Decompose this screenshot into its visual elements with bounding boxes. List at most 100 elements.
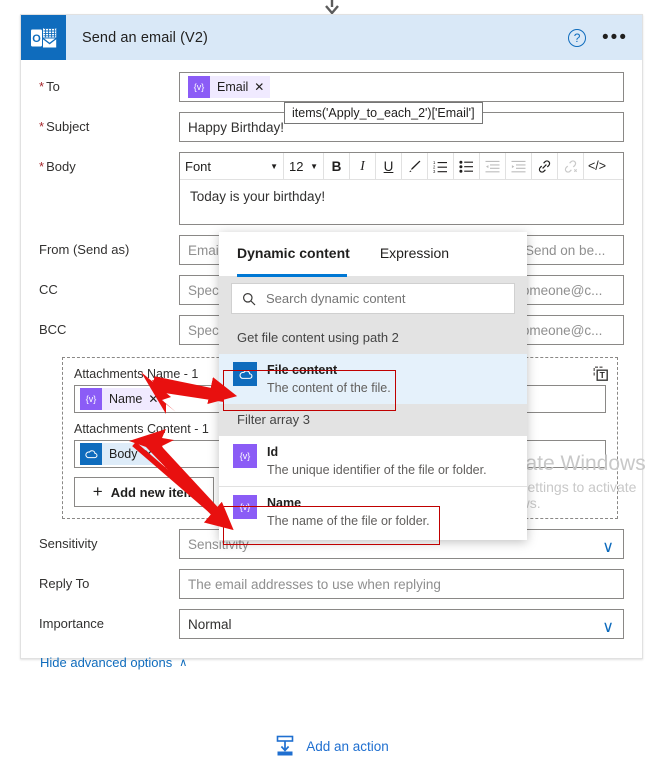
action-card-header: O Send an email (V2) ? ••• — [21, 15, 642, 60]
token-label: Email — [217, 80, 249, 94]
item-description: The name of the file or folder. — [267, 514, 430, 528]
hide-advanced-options-button[interactable]: Hide advanced options ∧ — [40, 655, 624, 670]
expression-tooltip: items('Apply_to_each_2')['Email'] — [284, 102, 483, 124]
font-family-dropdown[interactable]: Font ▼ — [180, 152, 284, 180]
chevron-down-icon: ▼ — [270, 161, 278, 171]
font-size-value: 12 — [289, 158, 304, 174]
importance-field[interactable]: Normal ∨ — [179, 609, 624, 639]
italic-icon[interactable]: I — [350, 152, 376, 180]
search-placeholder: Search dynamic content — [266, 291, 406, 306]
dynamic-content-panel: Dynamic content Expression Search dynami… — [219, 232, 527, 540]
dynamic-content-item-name[interactable]: {v} Name The name of the file or folder. — [219, 486, 527, 537]
subject-label: * Subject — [39, 119, 90, 134]
chevron-down-icon[interactable]: ∨ — [602, 537, 614, 557]
cc-label: CC — [39, 282, 58, 297]
item-description: The unique identifier of the file or fol… — [267, 463, 487, 477]
required-marker: * — [39, 119, 45, 134]
chevron-down-icon[interactable]: ∨ — [602, 617, 614, 637]
required-marker: * — [39, 159, 45, 174]
add-new-item-button[interactable]: + Add new item — [74, 477, 214, 507]
indent-decrease-icon[interactable] — [480, 152, 506, 180]
onedrive-icon — [233, 362, 257, 386]
outlook-icon: O — [21, 15, 66, 60]
action-title: Send an email (V2) — [82, 29, 208, 46]
field-row-body: * Body Font ▼ 12 ▼ B I U 1 2 3 </> Today… — [39, 152, 624, 225]
chevron-down-icon: ▼ — [310, 161, 318, 171]
item-title: Id — [267, 445, 279, 459]
search-dynamic-content-input[interactable]: Search dynamic content — [231, 283, 515, 314]
dynamic-content-item-id[interactable]: {v} Id The unique identifier of the file… — [219, 436, 527, 486]
remove-token-icon[interactable]: ✕ — [148, 392, 164, 406]
body-label: * Body — [39, 159, 76, 174]
hide-advanced-options-label: Hide advanced options — [40, 655, 173, 670]
expression-icon: {v} — [80, 388, 102, 410]
token-label: Body — [109, 447, 138, 461]
plus-icon: + — [92, 482, 103, 501]
to-input[interactable]: {v} Email ✕ — [179, 72, 624, 102]
dynamic-content-tabs: Dynamic content Expression — [219, 232, 527, 276]
item-description: The content of the file. — [267, 381, 391, 395]
required-marker: * — [39, 79, 45, 94]
bulleted-list-icon[interactable] — [454, 152, 480, 180]
insert-action-icon — [276, 735, 294, 756]
editor-toolbar: Font ▼ 12 ▼ B I U 1 2 3 </> — [180, 152, 623, 180]
onedrive-icon — [80, 443, 102, 465]
item-title: File content — [267, 363, 338, 377]
dynamic-content-item-file-content[interactable]: File content The content of the file. — [219, 354, 527, 404]
add-new-item-label: Add new item — [110, 484, 196, 500]
svg-text:T: T — [600, 370, 606, 380]
field-row-to: * To {v} Email ✕ items('Apply_to_each_2')… — [39, 72, 624, 124]
reply-to-label: Reply To — [39, 576, 90, 591]
numbered-list-icon[interactable]: 123 — [428, 152, 454, 180]
header-actions: ? ••• — [568, 15, 628, 60]
insert-link-icon[interactable] — [532, 152, 558, 180]
underline-icon[interactable]: U — [376, 152, 402, 180]
switch-to-text-mode-icon[interactable]: T — [593, 366, 609, 387]
token-label: Name — [109, 392, 143, 406]
reply-to-input[interactable]: The email addresses to use when replying — [179, 569, 624, 599]
add-an-action-button[interactable]: Add an action — [0, 735, 663, 757]
field-row-importance: Importance Normal ∨ — [39, 609, 624, 639]
field-row-reply-to: Reply To The email addresses to use when… — [39, 569, 624, 599]
body-field[interactable]: Font ▼ 12 ▼ B I U 1 2 3 </> Today is you… — [179, 152, 624, 225]
search-icon — [243, 292, 256, 305]
highlight-pen-icon[interactable] — [402, 152, 428, 180]
flow-connector-arrow-icon — [325, 0, 339, 14]
tab-dynamic-content[interactable]: Dynamic content — [237, 245, 350, 263]
remove-token-icon[interactable]: ✕ — [144, 447, 160, 461]
code-view-icon[interactable]: </> — [584, 153, 610, 180]
flow-designer-canvas: O Send an email (V2) ? ••• * To {v} Emai… — [0, 0, 663, 769]
expression-icon: {v} — [233, 495, 257, 519]
bcc-label: BCC — [39, 322, 67, 337]
importance-label: Importance — [39, 616, 105, 631]
expression-icon: {v} — [188, 76, 210, 98]
tab-expression[interactable]: Expression — [380, 245, 449, 263]
dynamic-token-body[interactable]: Body ✕ — [80, 443, 160, 465]
importance-select[interactable]: Normal — [179, 609, 624, 639]
dynamic-token-name[interactable]: {v} Name ✕ — [80, 388, 165, 410]
bold-icon[interactable]: B — [324, 152, 350, 180]
active-tab-underline — [237, 274, 347, 277]
remove-token-icon[interactable]: ✕ — [254, 80, 270, 94]
font-family-value: Font — [185, 158, 212, 174]
dynamic-token-email[interactable]: {v} Email ✕ — [188, 76, 271, 98]
font-size-dropdown[interactable]: 12 ▼ — [284, 152, 324, 180]
from-label: From (Send as) — [39, 242, 130, 257]
chevron-up-icon: ∧ — [179, 657, 188, 669]
sensitivity-label: Sensitivity — [39, 536, 98, 551]
indent-increase-icon[interactable] — [506, 152, 532, 180]
group-header: Get file content using path 2 — [219, 322, 527, 354]
body-content[interactable]: Today is your birthday! — [180, 180, 623, 224]
to-field[interactable]: {v} Email ✕ items('Apply_to_each_2')['Em… — [179, 72, 624, 124]
search-area: Search dynamic content — [219, 276, 527, 322]
svg-text:3: 3 — [433, 169, 436, 174]
rich-text-editor[interactable]: Font ▼ 12 ▼ B I U 1 2 3 </> Today is you… — [179, 152, 624, 225]
svg-text:O: O — [32, 33, 41, 45]
dynamic-content-list: Get file content using path 2 File conte… — [219, 322, 527, 537]
more-options-icon[interactable]: ••• — [602, 28, 628, 47]
help-icon[interactable]: ? — [568, 28, 587, 47]
expression-icon: {v} — [233, 444, 257, 468]
remove-link-icon[interactable] — [558, 152, 584, 180]
to-label: * To — [39, 79, 60, 94]
reply-to-field[interactable]: The email addresses to use when replying — [179, 569, 624, 599]
